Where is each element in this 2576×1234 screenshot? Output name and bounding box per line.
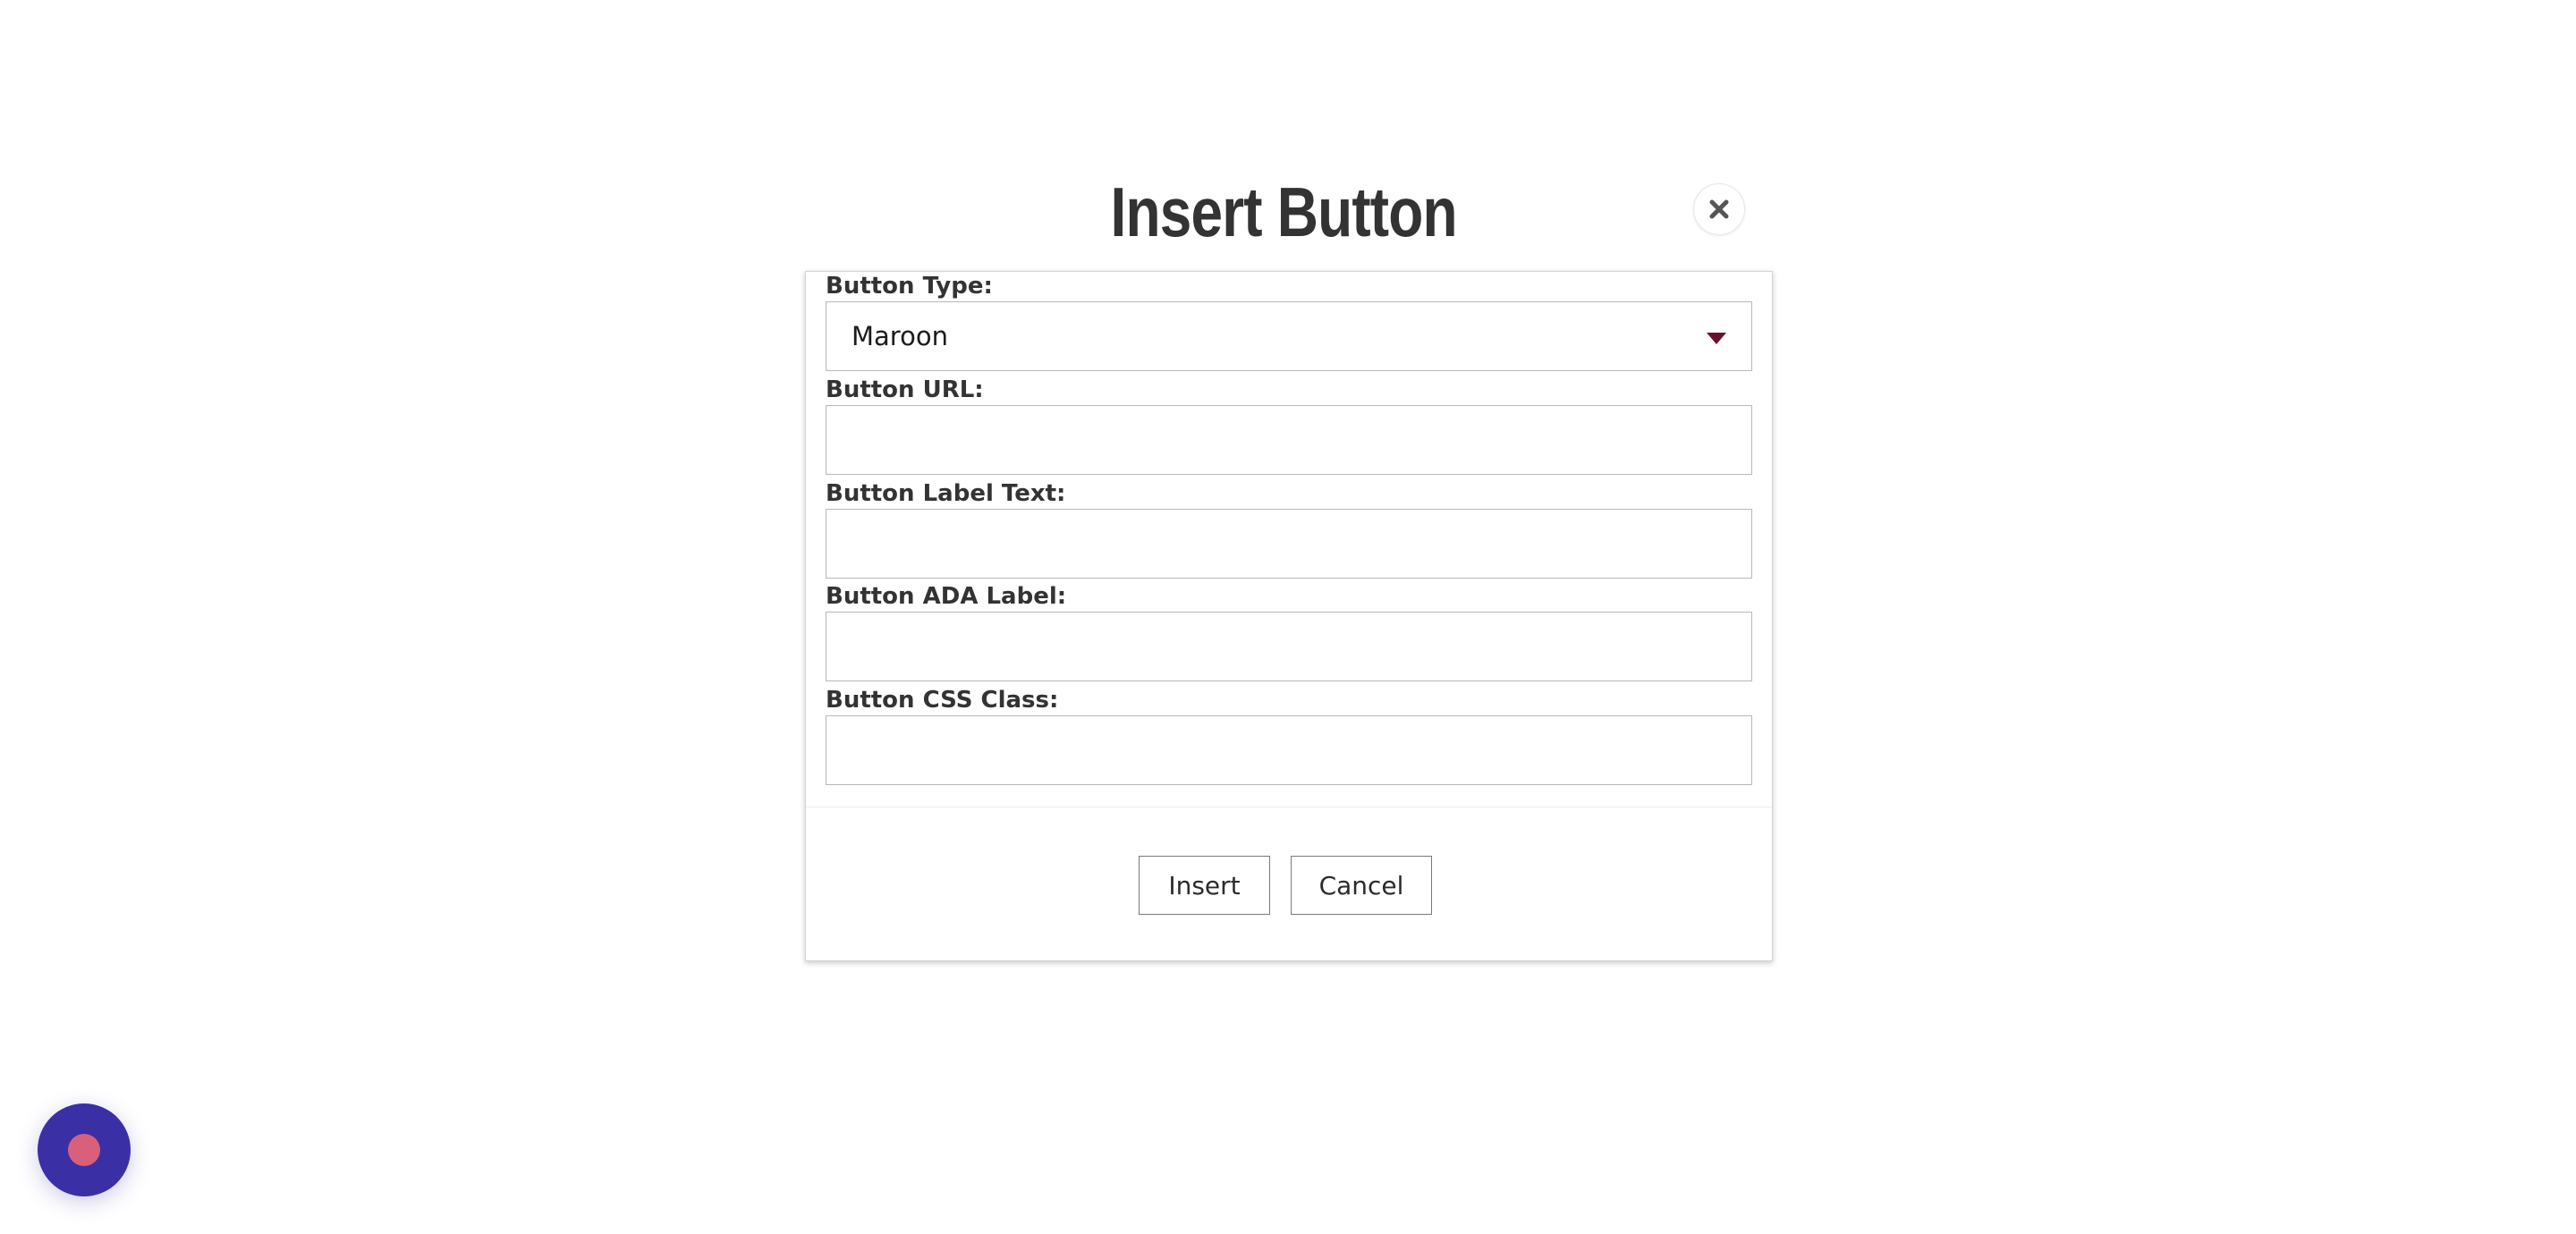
close-icon — [1708, 199, 1730, 220]
button-label-text-input[interactable] — [826, 509, 1752, 579]
button-type-select[interactable]: Maroon — [826, 301, 1752, 371]
chat-icon — [68, 1134, 100, 1166]
close-button[interactable] — [1693, 183, 1745, 235]
button-type-label: Button Type: — [826, 273, 993, 300]
cancel-button[interactable]: Cancel — [1291, 856, 1432, 915]
button-ada-label-input[interactable] — [826, 612, 1752, 681]
button-url-label: Button URL: — [826, 376, 984, 403]
button-label-text-label: Button Label Text: — [826, 480, 1066, 507]
insert-button[interactable]: Insert — [1139, 856, 1270, 915]
dialog-title: Insert Button — [1110, 173, 1457, 251]
button-css-class-input[interactable] — [826, 715, 1752, 785]
button-ada-label-label: Button ADA Label: — [826, 583, 1067, 610]
page: Insert Button Button Type: Maroon Button… — [0, 0, 2576, 1234]
insert-button-form: Button Type: Maroon Button URL: Button L… — [805, 271, 1773, 961]
chevron-down-icon — [1707, 321, 1726, 351]
button-url-input[interactable] — [826, 405, 1752, 475]
button-type-selected-value: Maroon — [852, 321, 948, 351]
button-css-class-label: Button CSS Class: — [826, 687, 1059, 714]
chat-launcher-button[interactable] — [38, 1103, 131, 1196]
